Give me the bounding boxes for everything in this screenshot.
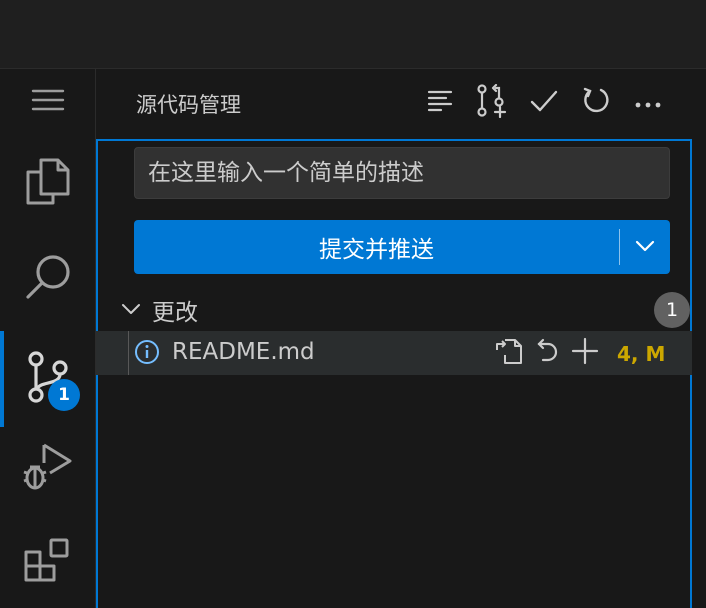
run-debug-icon <box>22 441 74 497</box>
pull-request-button[interactable] <box>472 83 512 123</box>
title-bar <box>0 0 706 69</box>
more-actions-button[interactable] <box>628 83 668 123</box>
refresh-button[interactable] <box>576 83 616 123</box>
menu-button[interactable] <box>0 69 95 135</box>
changes-group-header[interactable]: 更改 1 <box>120 288 690 332</box>
tree-indent-guide <box>128 331 129 375</box>
activity-run-debug[interactable] <box>0 421 95 517</box>
commit-button-label: 提交并推送 <box>319 237 434 263</box>
file-name: README.md <box>172 339 315 365</box>
open-file-button[interactable] <box>491 336 525 370</box>
info-icon <box>134 339 160 369</box>
commit-options-dropdown[interactable] <box>620 220 670 274</box>
file-status: 4, M <box>617 342 666 366</box>
open-file-icon <box>493 337 523 369</box>
chevron-down-icon <box>120 301 142 320</box>
discard-changes-button[interactable] <box>530 336 564 370</box>
stage-changes-button[interactable] <box>568 336 602 370</box>
activity-extensions[interactable] <box>0 517 95 608</box>
view-as-list-button[interactable] <box>420 83 460 123</box>
activity-search[interactable] <box>0 231 95 327</box>
more-icon <box>634 94 662 113</box>
changed-file-item[interactable]: README.md 4, M <box>96 331 692 375</box>
files-icon <box>24 156 72 210</box>
sidebar-header: 源代码管理 <box>96 69 706 139</box>
sidebar-title: 源代码管理 <box>136 93 241 117</box>
commit-button[interactable] <box>524 83 564 123</box>
check-icon <box>529 88 559 118</box>
commit-message-input[interactable] <box>134 147 670 199</box>
chevron-down-icon <box>634 238 656 257</box>
extensions-icon <box>23 536 73 590</box>
changes-label: 更改 <box>152 300 198 326</box>
activity-source-control[interactable]: 1 <box>0 331 95 427</box>
hamburger-menu-icon <box>31 88 65 116</box>
changes-count-badge: 1 <box>654 292 690 328</box>
activity-explorer[interactable] <box>0 135 95 231</box>
activity-bar: 1 <box>0 69 96 608</box>
pull-request-icon <box>476 83 508 122</box>
discard-icon <box>534 337 560 369</box>
search-icon <box>23 252 73 306</box>
commit-and-push-button[interactable]: 提交并推送 <box>134 220 670 274</box>
refresh-icon <box>581 86 611 120</box>
source-control-badge: 1 <box>48 379 80 411</box>
stage-icon <box>571 337 599 369</box>
source-control-sidebar: 源代码管理 提交并推送 <box>96 69 706 608</box>
list-icon <box>426 89 454 117</box>
